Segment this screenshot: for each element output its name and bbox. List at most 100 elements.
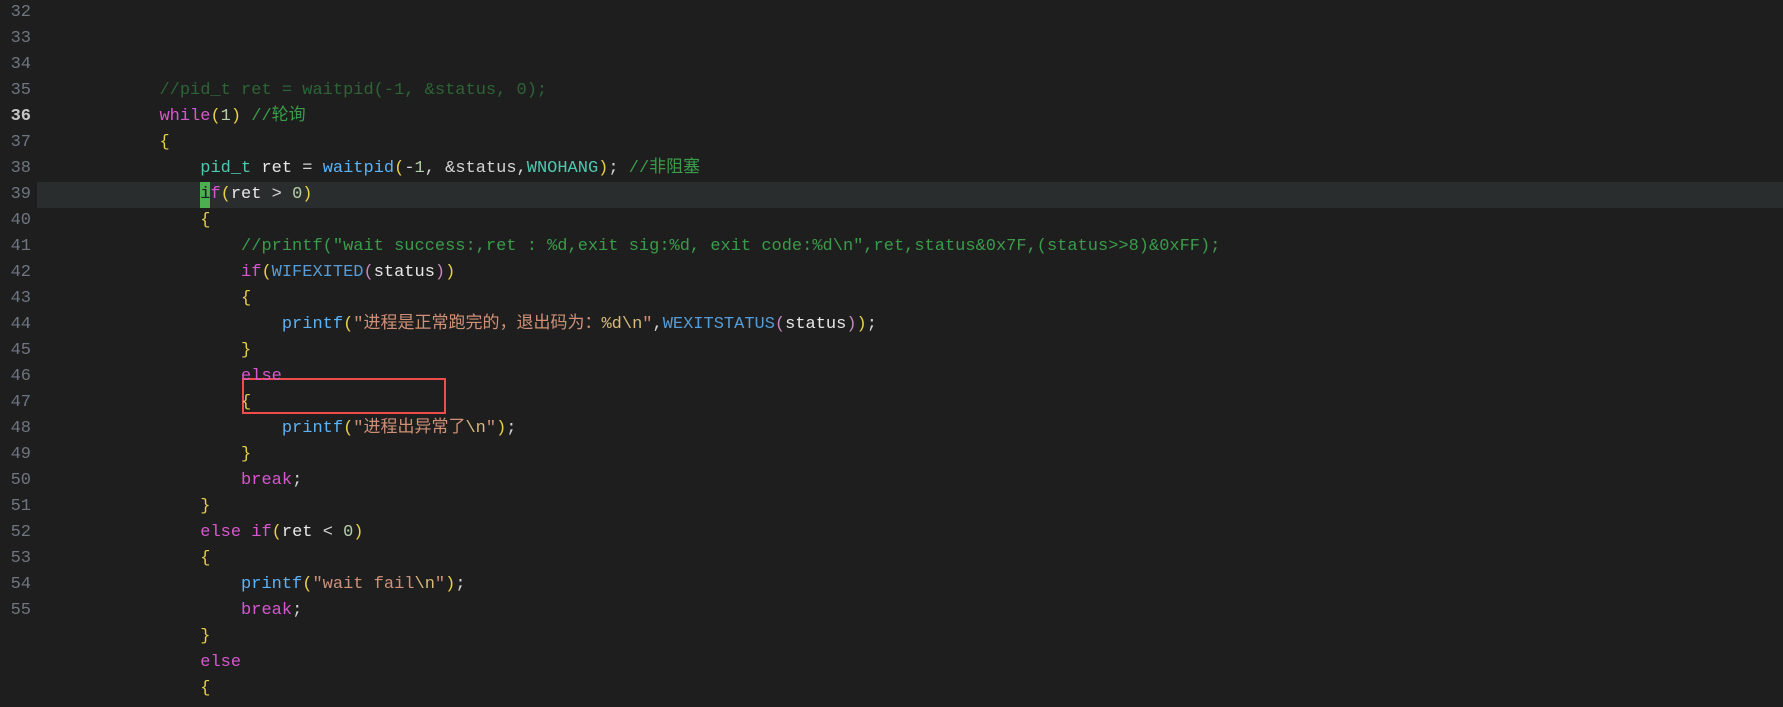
code-line[interactable]: printf("wait fail\n");	[37, 572, 1783, 598]
code-token: }	[200, 497, 210, 516]
line-number: 37	[0, 130, 31, 156]
code-token: else	[200, 653, 241, 672]
line-number: 53	[0, 546, 31, 572]
line-number: 35	[0, 78, 31, 104]
line-number: 38	[0, 156, 31, 182]
code-line[interactable]: else	[37, 364, 1783, 390]
code-token: ret	[282, 523, 323, 542]
code-token: (	[343, 419, 353, 438]
code-token: %d	[601, 315, 621, 334]
line-number: 39	[0, 182, 31, 208]
code-token: status	[785, 315, 846, 334]
code-line[interactable]: {	[37, 676, 1783, 702]
code-token: {	[200, 211, 210, 230]
code-line[interactable]: break;	[37, 468, 1783, 494]
code-token: "	[435, 575, 445, 594]
code-token: {	[200, 549, 210, 568]
code-token: {	[200, 679, 210, 698]
code-token: 0	[343, 523, 353, 542]
code-token: )	[231, 107, 251, 126]
code-token: )	[435, 263, 445, 282]
code-token: \n	[622, 315, 642, 334]
code-line[interactable]: {	[37, 208, 1783, 234]
line-number: 49	[0, 442, 31, 468]
code-token: status	[374, 263, 435, 282]
line-number: 48	[0, 416, 31, 442]
line-number: 41	[0, 234, 31, 260]
code-token: )	[857, 315, 867, 334]
code-line[interactable]: }	[37, 624, 1783, 650]
code-token: ,	[653, 315, 663, 334]
code-token: ;	[608, 159, 628, 178]
code-token: }	[200, 627, 210, 646]
line-number: 54	[0, 572, 31, 598]
line-number: 51	[0, 494, 31, 520]
code-token: pid_t	[200, 159, 261, 178]
code-token: )	[302, 185, 312, 204]
line-number: 46	[0, 364, 31, 390]
code-token: (	[394, 159, 404, 178]
code-line[interactable]: if(WIFEXITED(status))	[37, 260, 1783, 286]
code-line[interactable]: {	[37, 286, 1783, 312]
code-area[interactable]: //pid_t ret = waitpid(-1, &status, 0); w…	[37, 0, 1783, 707]
code-line[interactable]: //pid_t ret = waitpid(-1, &status, 0);	[37, 78, 1783, 104]
code-token: <	[323, 523, 343, 542]
code-token: printf	[282, 315, 343, 334]
code-token: 1	[221, 107, 231, 126]
line-number: 47	[0, 390, 31, 416]
code-token: \n	[415, 575, 435, 594]
code-token: "wait fail	[312, 575, 414, 594]
code-token: f	[210, 185, 220, 204]
code-token: if	[241, 263, 261, 282]
line-number: 44	[0, 312, 31, 338]
code-token: //pid_t ret = waitpid(-1, &status, 0);	[159, 81, 547, 100]
code-token: break	[241, 601, 292, 620]
code-token: )	[846, 315, 856, 334]
code-token: {	[159, 133, 169, 152]
code-line[interactable]: }	[37, 338, 1783, 364]
line-number: 42	[0, 260, 31, 286]
code-line[interactable]: if(ret > 0)	[37, 182, 1783, 208]
code-token: //轮询	[251, 107, 305, 126]
code-line[interactable]: break;	[37, 598, 1783, 624]
code-line[interactable]: //printf("wait success:,ret : %d,exit si…	[37, 234, 1783, 260]
code-line[interactable]: else if(ret < 0)	[37, 520, 1783, 546]
code-line[interactable]: printf("进程出异常了\n");	[37, 416, 1783, 442]
code-line[interactable]: }	[37, 442, 1783, 468]
code-line[interactable]: else	[37, 650, 1783, 676]
line-number: 36	[0, 104, 31, 130]
code-token: {	[241, 393, 251, 412]
code-token: ret	[261, 159, 302, 178]
code-token: ret	[231, 185, 272, 204]
code-token: "进程是正常跑完的，退出码为：	[353, 315, 601, 334]
code-line[interactable]: {	[37, 130, 1783, 156]
code-editor[interactable]: 3233343536373839404142434445464748495051…	[0, 0, 1783, 707]
code-token: ;	[455, 575, 465, 594]
code-token: 1	[415, 159, 425, 178]
code-line[interactable]: while(1) //轮询	[37, 104, 1783, 130]
code-token: , &status,	[425, 159, 527, 178]
code-line[interactable]: {	[37, 546, 1783, 572]
code-token: (	[343, 315, 353, 334]
code-line[interactable]: }	[37, 494, 1783, 520]
code-line[interactable]: {	[37, 390, 1783, 416]
code-token: WEXITSTATUS	[663, 315, 775, 334]
line-number: 55	[0, 598, 31, 624]
code-line[interactable]: pid_t ret = waitpid(-1, &status,WNOHANG)…	[37, 156, 1783, 182]
code-token: printf	[241, 575, 302, 594]
code-token: WNOHANG	[527, 159, 598, 178]
line-number: 43	[0, 286, 31, 312]
line-number: 52	[0, 520, 31, 546]
code-token: while	[159, 107, 210, 126]
code-token: (	[775, 315, 785, 334]
code-token: ;	[867, 315, 877, 334]
line-number: 40	[0, 208, 31, 234]
code-token: i	[200, 182, 210, 208]
code-token: 0	[292, 185, 302, 204]
line-number: 32	[0, 0, 31, 26]
code-token: )	[496, 419, 506, 438]
code-token: "进程出异常了	[353, 419, 465, 438]
code-line[interactable]: printf("进程是正常跑完的，退出码为：%d\n",WEXITSTATUS(…	[37, 312, 1783, 338]
code-token: >	[272, 185, 292, 204]
code-token: =	[302, 159, 322, 178]
